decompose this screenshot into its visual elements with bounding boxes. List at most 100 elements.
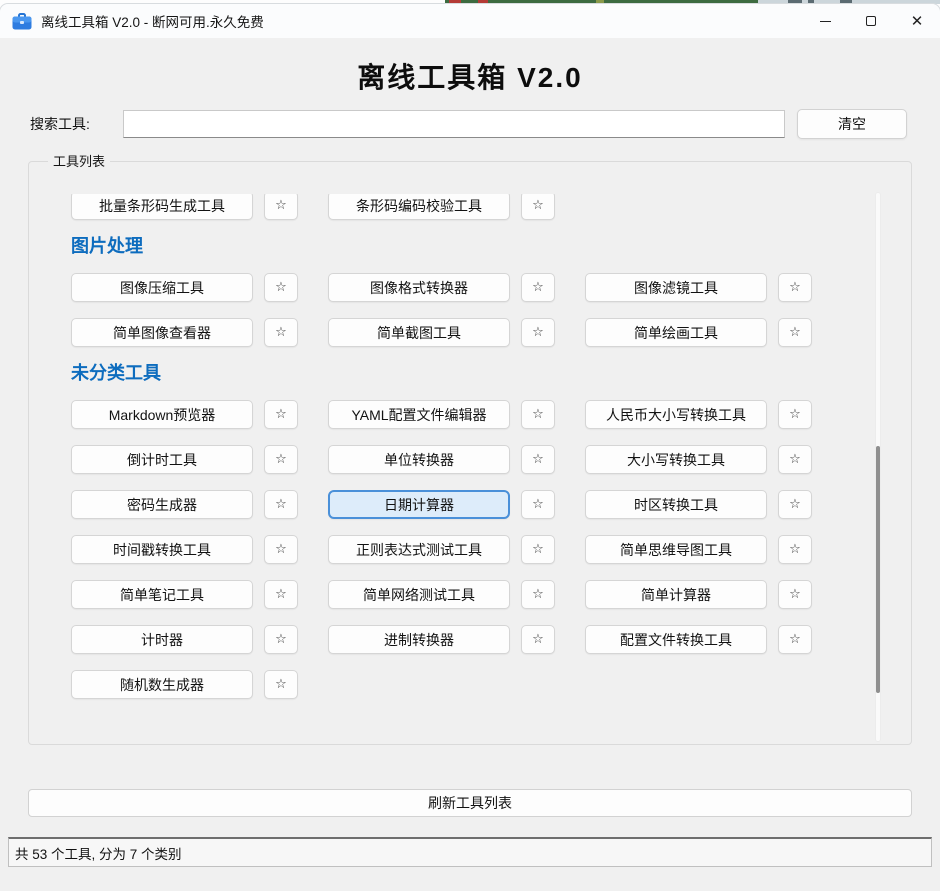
tool-row: 简单图像查看器 ☆ 简单截图工具 ☆ 简单绘画工具 ☆	[71, 318, 874, 347]
tool-button[interactable]: 简单笔记工具	[71, 580, 253, 609]
favorite-star-button[interactable]: ☆	[521, 535, 555, 564]
tool-item: 时区转换工具 ☆	[585, 490, 812, 519]
tool-list-group: 批量条形码生成工具☆条形码编码校验工具☆图片处理图像压缩工具☆图像格式转换器☆图…	[28, 161, 912, 745]
favorite-star-button[interactable]: ☆	[264, 445, 298, 474]
favorite-star-button[interactable]: ☆	[521, 400, 555, 429]
favorite-star-button[interactable]: ☆	[778, 580, 812, 609]
tool-button[interactable]: 单位转换器	[328, 445, 510, 474]
tool-item: 时间戳转换工具 ☆	[71, 535, 298, 564]
tool-button[interactable]: 简单计算器	[585, 580, 767, 609]
tool-row: 批量条形码生成工具 ☆ 条形码编码校验工具 ☆	[71, 194, 874, 220]
favorite-star-button[interactable]: ☆	[264, 194, 298, 220]
favorite-star-button[interactable]: ☆	[521, 625, 555, 654]
tool-item: 配置文件转换工具 ☆	[585, 625, 812, 654]
tool-button[interactable]: 日期计算器	[328, 490, 510, 519]
maximize-button[interactable]	[848, 4, 894, 38]
tool-item: 批量条形码生成工具 ☆	[71, 194, 298, 220]
favorite-star-button[interactable]: ☆	[778, 445, 812, 474]
favorite-star-button[interactable]: ☆	[521, 445, 555, 474]
tool-button[interactable]: 随机数生成器	[71, 670, 253, 699]
tool-button[interactable]: Markdown预览器	[71, 400, 253, 429]
close-button[interactable]: ✕	[894, 4, 940, 38]
tool-button[interactable]: 正则表达式测试工具	[328, 535, 510, 564]
clear-search-button[interactable]: 清空	[797, 109, 907, 139]
tool-row: Markdown预览器 ☆ YAML配置文件编辑器 ☆ 人民币大小写转换工具 ☆	[71, 400, 874, 429]
favorite-star-button[interactable]: ☆	[778, 535, 812, 564]
tool-item: 进制转换器 ☆	[328, 625, 555, 654]
close-icon: ✕	[911, 14, 924, 29]
tool-button[interactable]: 简单截图工具	[328, 318, 510, 347]
tool-row: 图像压缩工具 ☆ 图像格式转换器 ☆ 图像滤镜工具 ☆	[71, 273, 874, 302]
search-label: 搜索工具:	[30, 114, 90, 134]
tool-button[interactable]: 条形码编码校验工具	[328, 194, 510, 220]
favorite-star-button[interactable]: ☆	[264, 535, 298, 564]
tool-button[interactable]: 图像压缩工具	[71, 273, 253, 302]
tool-list-group-label: 工具列表	[48, 151, 110, 170]
tool-row: 简单笔记工具 ☆ 简单网络测试工具 ☆ 简单计算器 ☆	[71, 580, 874, 609]
favorite-star-button[interactable]: ☆	[264, 625, 298, 654]
favorite-star-button[interactable]: ☆	[778, 318, 812, 347]
status-bar: 共 53 个工具, 分为 7 个类别	[8, 837, 932, 867]
minimize-button[interactable]	[802, 4, 848, 38]
toolbox-icon	[12, 13, 32, 30]
app-window: 离线工具箱 V2.0 - 断网可用.永久免费 ✕ 离线工具箱 V2.0 搜索工具…	[0, 4, 940, 891]
favorite-star-button[interactable]: ☆	[264, 490, 298, 519]
tool-item: 简单思维导图工具 ☆	[585, 535, 812, 564]
tool-item: 日期计算器 ☆	[328, 490, 555, 519]
window-title: 离线工具箱 V2.0 - 断网可用.永久免费	[41, 11, 264, 31]
tool-button[interactable]: 批量条形码生成工具	[71, 194, 253, 220]
favorite-star-button[interactable]: ☆	[778, 490, 812, 519]
tool-item: 简单计算器 ☆	[585, 580, 812, 609]
search-input[interactable]	[123, 110, 785, 138]
favorite-star-button[interactable]: ☆	[521, 273, 555, 302]
tool-button[interactable]: 图像滤镜工具	[585, 273, 767, 302]
tool-row: 随机数生成器 ☆	[71, 670, 874, 699]
tool-item: 条形码编码校验工具 ☆	[328, 194, 555, 220]
tool-button[interactable]: 人民币大小写转换工具	[585, 400, 767, 429]
tool-button[interactable]: 配置文件转换工具	[585, 625, 767, 654]
tool-item: Markdown预览器 ☆	[71, 400, 298, 429]
tool-item: 计时器 ☆	[71, 625, 298, 654]
scrollbar-track[interactable]	[876, 193, 880, 741]
tool-button[interactable]: 计时器	[71, 625, 253, 654]
tool-button[interactable]: 简单绘画工具	[585, 318, 767, 347]
tool-button[interactable]: 大小写转换工具	[585, 445, 767, 474]
favorite-star-button[interactable]: ☆	[521, 318, 555, 347]
tool-list-scroll-area[interactable]: 批量条形码生成工具☆条形码编码校验工具☆图片处理图像压缩工具☆图像格式转换器☆图…	[30, 194, 874, 744]
favorite-star-button[interactable]: ☆	[778, 273, 812, 302]
tool-item: 简单图像查看器 ☆	[71, 318, 298, 347]
title-bar[interactable]: 离线工具箱 V2.0 - 断网可用.永久免费 ✕	[0, 4, 940, 38]
favorite-star-button[interactable]: ☆	[778, 400, 812, 429]
tool-button[interactable]: 密码生成器	[71, 490, 253, 519]
favorite-star-button[interactable]: ☆	[521, 194, 555, 220]
favorite-star-button[interactable]: ☆	[778, 625, 812, 654]
minimize-icon	[820, 21, 831, 22]
tool-item: 简单绘画工具 ☆	[585, 318, 812, 347]
favorite-star-button[interactable]: ☆	[521, 580, 555, 609]
tool-button[interactable]: YAML配置文件编辑器	[328, 400, 510, 429]
refresh-tool-list-button[interactable]: 刷新工具列表	[28, 789, 912, 817]
tool-item: 人民币大小写转换工具 ☆	[585, 400, 812, 429]
tool-row: 计时器 ☆ 进制转换器 ☆ 配置文件转换工具 ☆	[71, 625, 874, 654]
tool-item: 图像滤镜工具 ☆	[585, 273, 812, 302]
tool-button[interactable]: 时区转换工具	[585, 490, 767, 519]
tool-button[interactable]: 简单思维导图工具	[585, 535, 767, 564]
tool-button[interactable]: 图像格式转换器	[328, 273, 510, 302]
tool-item: 倒计时工具 ☆	[71, 445, 298, 474]
tool-item: 大小写转换工具 ☆	[585, 445, 812, 474]
favorite-star-button[interactable]: ☆	[264, 318, 298, 347]
tool-item: 简单笔记工具 ☆	[71, 580, 298, 609]
favorite-star-button[interactable]: ☆	[264, 273, 298, 302]
tool-button[interactable]: 时间戳转换工具	[71, 535, 253, 564]
tool-button[interactable]: 简单网络测试工具	[328, 580, 510, 609]
favorite-star-button[interactable]: ☆	[264, 400, 298, 429]
tool-button[interactable]: 进制转换器	[328, 625, 510, 654]
tool-row: 时间戳转换工具 ☆ 正则表达式测试工具 ☆ 简单思维导图工具 ☆	[71, 535, 874, 564]
scrollbar-thumb[interactable]	[876, 446, 880, 693]
favorite-star-button[interactable]: ☆	[264, 670, 298, 699]
tool-item: 单位转换器 ☆	[328, 445, 555, 474]
tool-button[interactable]: 倒计时工具	[71, 445, 253, 474]
favorite-star-button[interactable]: ☆	[521, 490, 555, 519]
favorite-star-button[interactable]: ☆	[264, 580, 298, 609]
tool-button[interactable]: 简单图像查看器	[71, 318, 253, 347]
